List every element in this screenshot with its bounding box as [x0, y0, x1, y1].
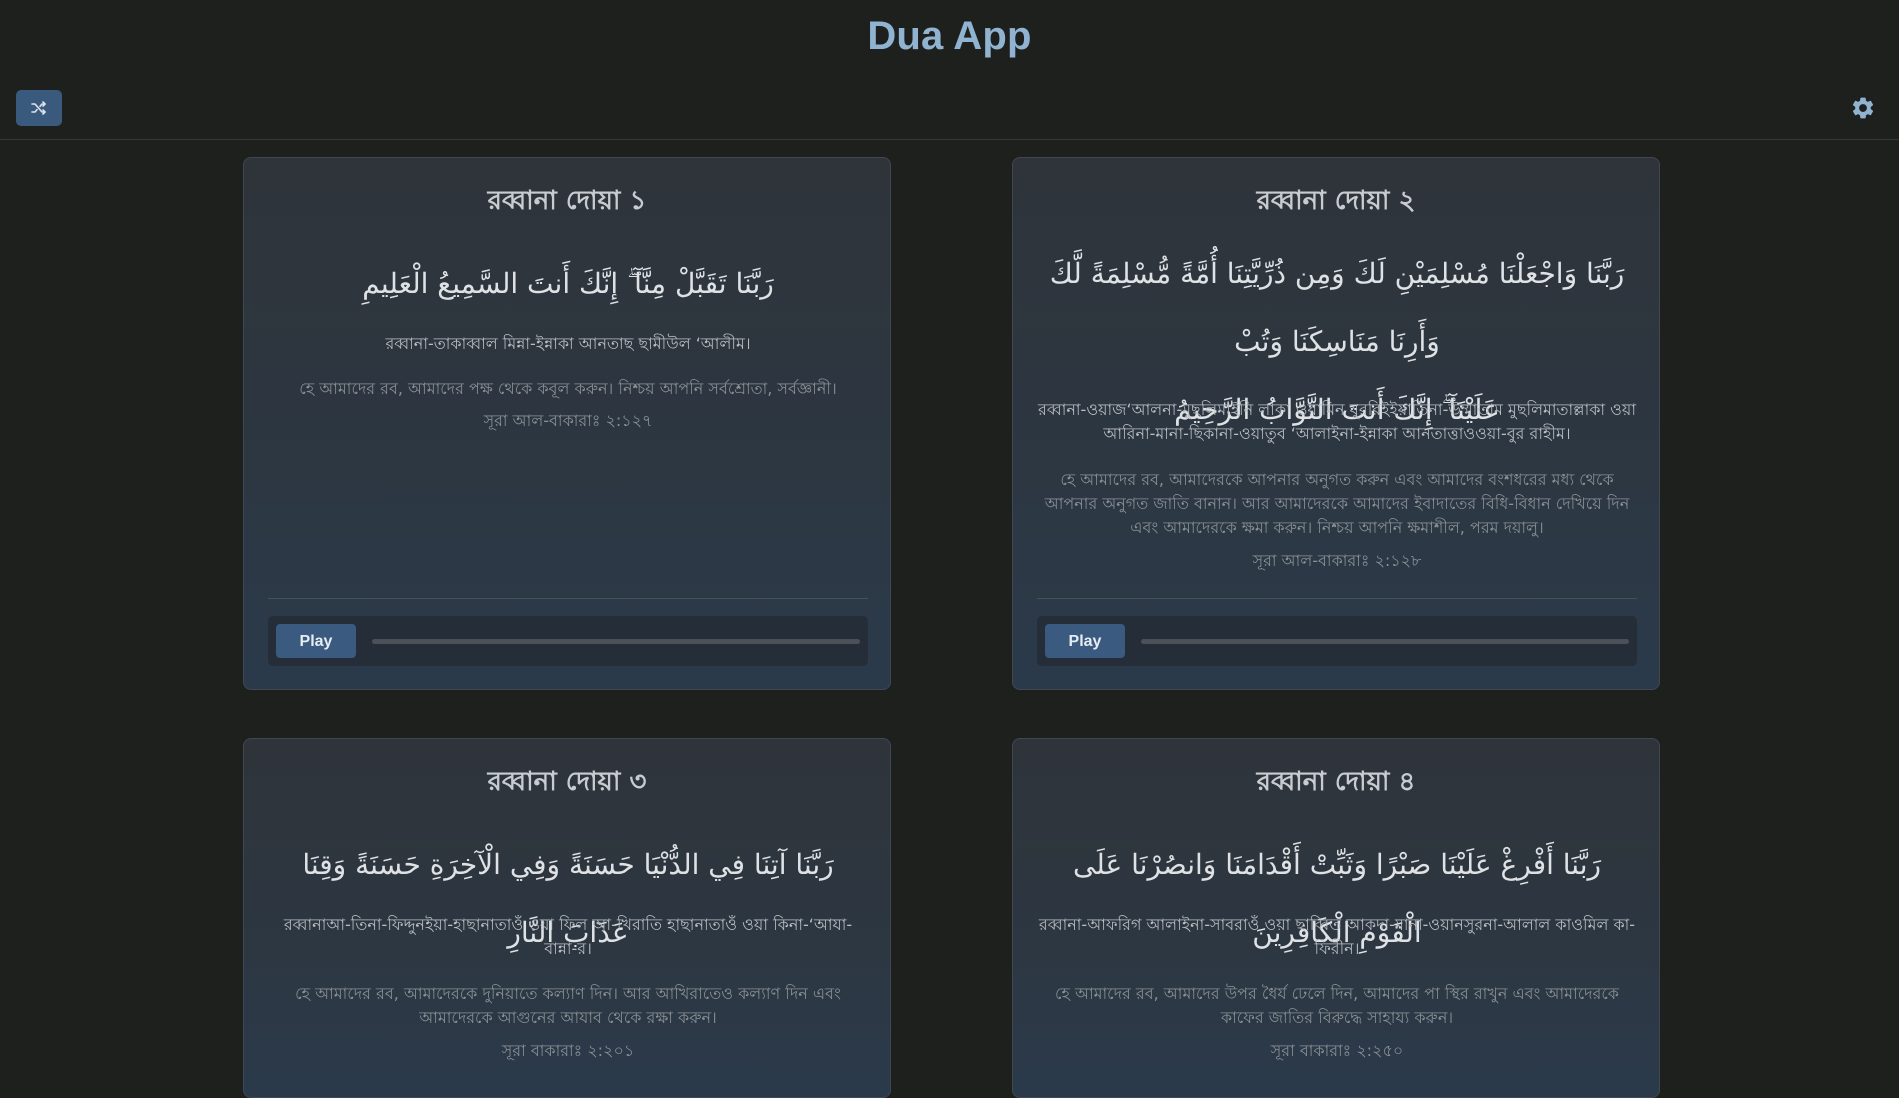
play-button[interactable]: Play — [276, 624, 356, 658]
settings-button[interactable] — [1849, 94, 1877, 122]
transliteration-text: রব্বানাআ-তিনা-ফিদ্দুনইয়া-হাছানাতাওঁ ওয়… — [283, 915, 853, 958]
transliteration-text: রব্বানা-তাকাব্বাল মিন্না-ইন্নাকা আনতাছ ছ… — [385, 334, 751, 353]
meaning-text: হে আমাদের রব, আমাদেরকে আপনার অনুগত করুন … — [1044, 470, 1630, 537]
reference-text: সূরা বাকারাঃ ২:২০১ — [501, 1041, 635, 1060]
card-divider — [268, 598, 868, 599]
audio-player: Play — [1037, 616, 1637, 666]
meaning-text: হে আমাদের রব, আমাদেরকে দুনিয়াতে কল্যাণ … — [295, 984, 841, 1027]
dua-title: রব্বানা দোয়া ১ — [487, 186, 647, 216]
dua-card: রব্বানা দোয়া ৪ رَبَّنَا أَفْرِغْ عَلَيْ… — [1012, 738, 1660, 1098]
meaning-text: হে আমাদের রব, আমাদের উপর ধৈর্য ঢেলে দিন,… — [1055, 984, 1619, 1027]
shuffle-button[interactable] — [16, 90, 62, 126]
dua-card: রব্বানা দোয়া ২ رَبَّنَا وَاجْعَلْنَا مُ… — [1012, 157, 1660, 690]
play-button[interactable]: Play — [1045, 624, 1125, 658]
audio-player: Play — [268, 616, 868, 666]
arabic-text: رَبَّنَا تَقَبَّلْ مِنَّآ ۖ إِنَّكَ أَنت… — [274, 250, 862, 318]
arabic-line: رَبَّنَا تَقَبَّلْ مِنَّآ ۖ إِنَّكَ أَنت… — [362, 267, 774, 300]
card-divider — [1037, 598, 1637, 599]
progress-bar[interactable] — [372, 639, 860, 644]
dua-title: রব্বানা দোয়া ৪ — [1256, 767, 1416, 797]
meaning-text: হে আমাদের রব, আমাদের পক্ষ থেকে কবূল করুন… — [299, 379, 837, 398]
dua-title: রব্বানা দোয়া ৩ — [487, 767, 647, 797]
gear-icon — [1852, 97, 1874, 119]
progress-bar[interactable] — [1141, 639, 1629, 644]
transliteration-text: রব্বানা-আফরিগ আলাইনা-সাবরাওঁ ওয়া ছাব্বি… — [1038, 915, 1636, 958]
dua-title: রব্বানা দোয়া ২ — [1256, 186, 1416, 216]
reference-text: সূরা বাকারাঃ ২:২৫০ — [1270, 1041, 1404, 1060]
shuffle-icon — [31, 101, 46, 115]
dua-card: রব্বানা দোয়া ৩ رَبَّنَا آتِنَا فِي الدُ… — [243, 738, 891, 1098]
reference-text: সূরা আল-বাকারাঃ ২:১২৭ — [483, 411, 653, 430]
reference-text: সূরা আল-বাকারাঃ ২:১২৮ — [1252, 551, 1422, 570]
toolbar-divider — [0, 139, 1899, 140]
transliteration-text: রব্বানা-ওয়াজ‘আলনা-মুছলিমাইনি লাকা ওয়াম… — [1038, 400, 1636, 443]
app-title: Dua App — [867, 14, 1032, 58]
dua-card: রব্বানা দোয়া ১ رَبَّنَا تَقَبَّلْ مِنَّ… — [243, 157, 891, 690]
arabic-line: رَبَّنَا وَاجْعَلْنَا مُسْلِمَيْنِ لَكَ … — [1049, 257, 1625, 358]
